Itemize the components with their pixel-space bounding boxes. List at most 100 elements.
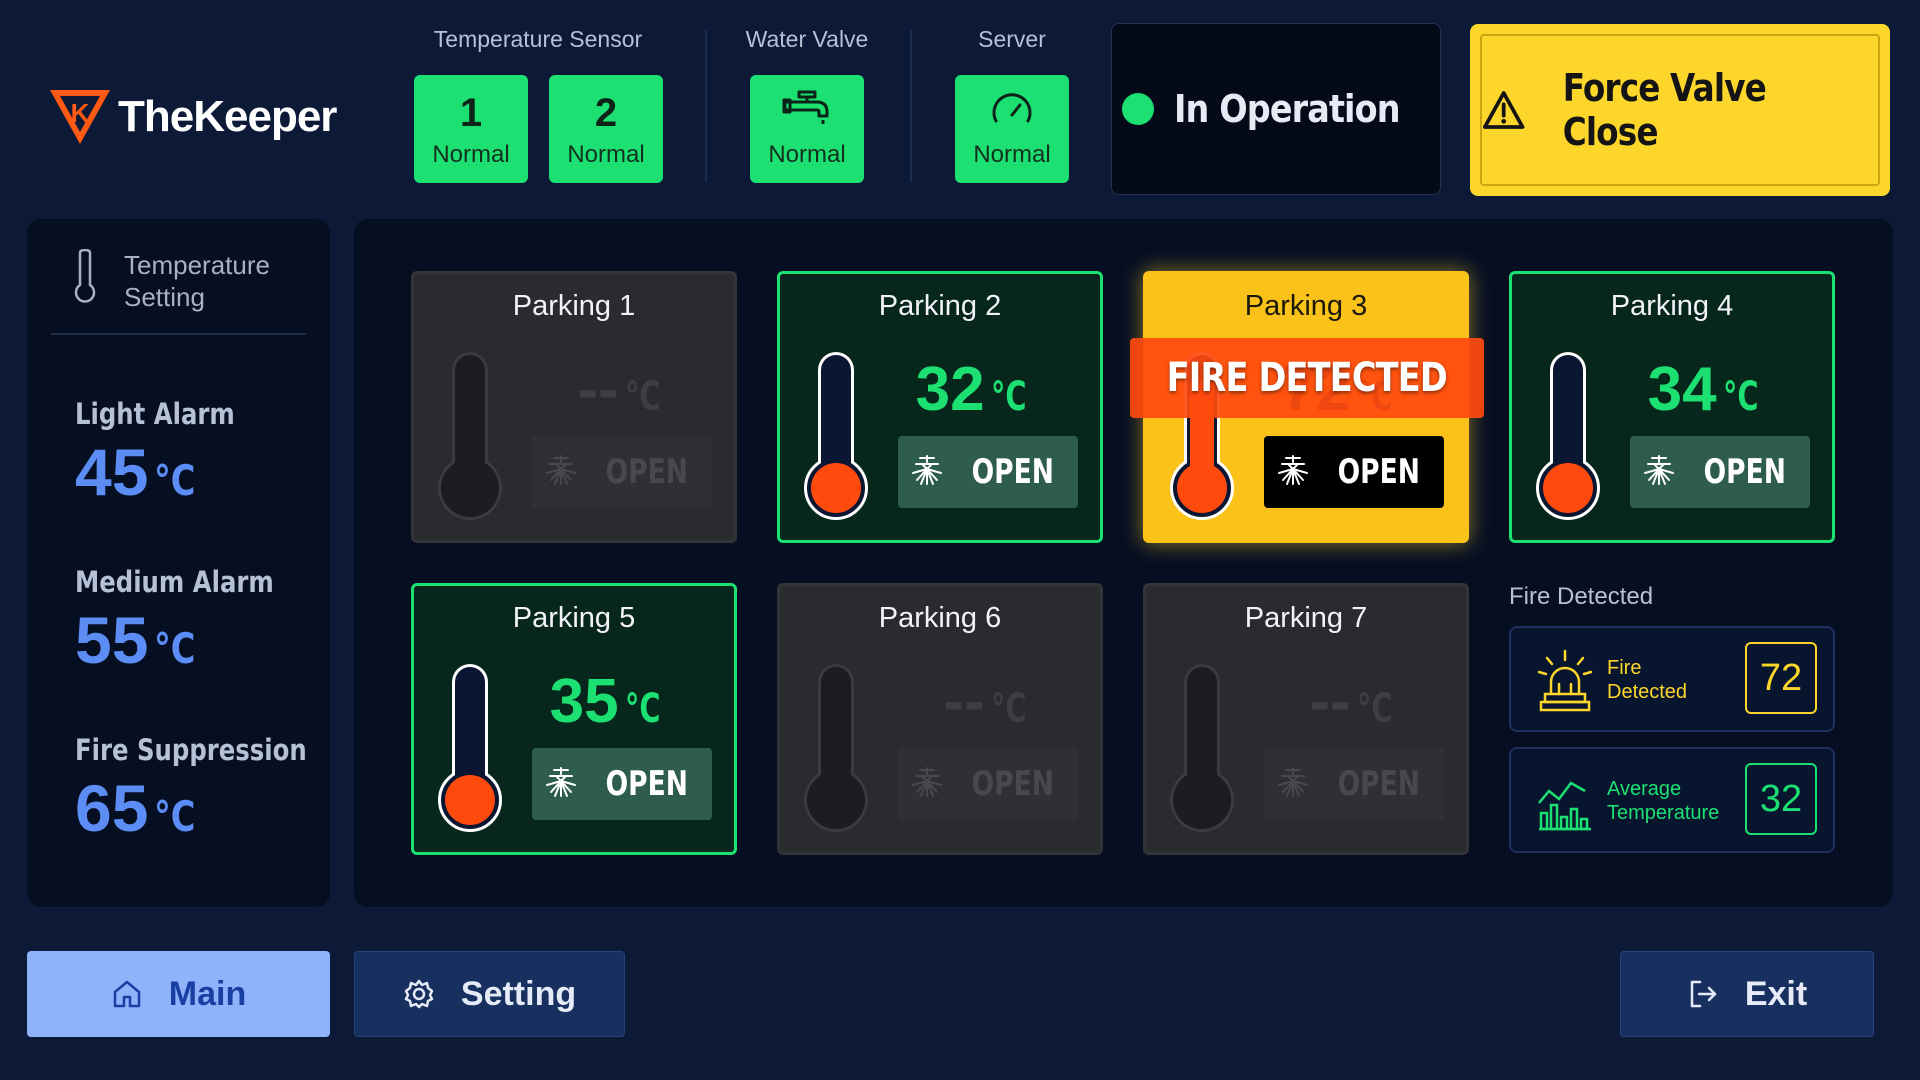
water-valve-title: Water Valve: [745, 26, 869, 52]
sprinkler-icon: [910, 766, 944, 803]
server-title: Server: [978, 26, 1046, 52]
light-alarm-setting[interactable]: Light Alarm 45 °C: [75, 397, 265, 507]
fire-detected-stat: Fire Detected 72: [1509, 626, 1835, 732]
temperature-unit: °C: [624, 374, 661, 420]
header-divider: [910, 30, 912, 182]
sprinkler-icon: [1276, 454, 1310, 491]
header-divider: [705, 30, 707, 182]
valve-status: Normal: [768, 141, 846, 168]
temperature-unit: °C: [990, 686, 1027, 732]
logo-mark-letter: K: [71, 98, 90, 128]
valve-label: OPEN: [1337, 452, 1421, 492]
main-nav-button[interactable]: Main: [27, 951, 330, 1037]
alarm-value: 65: [75, 771, 149, 845]
alarm-unit: °C: [154, 456, 196, 505]
sensor-status: Normal: [432, 141, 510, 168]
server-tile[interactable]: Normal: [955, 75, 1069, 183]
exit-button[interactable]: Exit: [1620, 951, 1874, 1037]
temperature-value: 35: [549, 667, 619, 736]
temperature-setting-header[interactable]: Temperature Setting: [72, 249, 294, 313]
valve-label: OPEN: [971, 764, 1055, 804]
valve-open-button[interactable]: OPEN: [532, 748, 712, 820]
sprinkler-icon: [1276, 766, 1310, 803]
alarm-name: Fire Suppression: [75, 733, 307, 767]
temperature-sensor-title: Temperature Sensor: [433, 26, 643, 52]
valve-label: OPEN: [605, 764, 689, 804]
alarm-unit: °C: [154, 624, 196, 673]
fire-detected-text: FIRE DETECTED: [1166, 355, 1448, 401]
parking-name: Parking 2: [878, 290, 1002, 322]
setting-nav-button[interactable]: Setting: [354, 951, 625, 1037]
parking-card-3[interactable]: Parking 3 72 °C OPEN FIRE DETECTED: [1130, 271, 1484, 543]
parking-card-7[interactable]: Parking 7 -- °C OPEN: [1143, 583, 1469, 855]
thermometer-icon: [1170, 664, 1234, 832]
force-button-label: Force Valve Close: [1563, 66, 1767, 154]
parking-name: Parking 6: [878, 602, 1002, 634]
average-temperature-value: 32: [1745, 763, 1817, 835]
alarm-name: Light Alarm: [75, 397, 235, 431]
faucet-icon: [782, 87, 832, 131]
gear-icon: [404, 979, 434, 1009]
fire-detected-value: 72: [1745, 642, 1817, 714]
temperature-value: --: [577, 355, 619, 424]
temperature-unit: °C: [624, 686, 661, 732]
home-icon: [113, 980, 141, 1008]
parking-name: Parking 3: [1244, 290, 1368, 322]
parking-card-1[interactable]: Parking 1 -- °C OPEN: [411, 271, 737, 543]
fire-suppression-setting[interactable]: Fire Suppression 65 °C: [75, 733, 351, 843]
sprinkler-icon: [1642, 454, 1676, 491]
medium-alarm-setting[interactable]: Medium Alarm 55 °C: [75, 565, 312, 675]
valve-open-button[interactable]: OPEN: [1630, 436, 1810, 508]
valve-label: OPEN: [1337, 764, 1421, 804]
fire-detected-section-title: Fire Detected: [1509, 583, 1654, 610]
exit-label: Exit: [1744, 974, 1808, 1013]
temperature-setting-title: Temperature Setting: [124, 250, 270, 312]
valve-open-button[interactable]: OPEN: [532, 436, 712, 508]
divider: [51, 333, 306, 335]
fire-detected-banner: FIRE DETECTED: [1130, 338, 1484, 418]
gauge-icon: [990, 87, 1034, 131]
status-dot-icon: [1121, 93, 1154, 125]
sensor-number: 1: [459, 91, 483, 135]
water-valve-tile[interactable]: Normal: [750, 75, 864, 183]
logo-text: TheKeeper: [118, 92, 337, 141]
alarm-value: 55: [75, 603, 149, 677]
temperature-sensor-1-tile[interactable]: 1 Normal: [414, 75, 528, 183]
thermometer-icon: [438, 352, 502, 520]
main-nav-label: Main: [168, 974, 247, 1013]
alarm-unit: °C: [154, 792, 196, 841]
temperature-value: --: [943, 667, 985, 736]
operation-status-text: In Operation: [1173, 87, 1401, 131]
sprinkler-icon: [544, 454, 578, 491]
average-temperature-stat: Average Temperature 32: [1509, 747, 1835, 853]
valve-label: OPEN: [605, 452, 689, 492]
valve-open-button[interactable]: OPEN: [1264, 748, 1444, 820]
valve-label: OPEN: [1703, 452, 1787, 492]
force-button-inner: Force Valve Close: [1480, 34, 1880, 186]
siren-icon: [1535, 648, 1595, 714]
temperature-setting-panel: Temperature Setting Light Alarm 45 °C Me…: [27, 219, 330, 907]
temperature-unit: °C: [990, 374, 1027, 420]
thermometer-icon: [804, 352, 868, 520]
average-temperature-label: Average Temperature: [1607, 778, 1720, 824]
temperature-sensor-2-tile[interactable]: 2 Normal: [549, 75, 663, 183]
parking-card-6[interactable]: Parking 6 -- °C OPEN: [777, 583, 1103, 855]
setting-nav-label: Setting: [460, 974, 577, 1013]
sensor-status: Normal: [567, 141, 645, 168]
thermometer-icon: [1536, 352, 1600, 520]
temperature-unit: °C: [1722, 374, 1759, 420]
temperature-value: 34: [1647, 355, 1717, 424]
valve-open-button[interactable]: OPEN: [898, 436, 1078, 508]
alarm-name: Medium Alarm: [75, 565, 274, 599]
parking-card-4[interactable]: Parking 4 34 °C OPEN: [1509, 271, 1835, 543]
parking-card-5[interactable]: Parking 5 35 °C OPEN: [411, 583, 737, 855]
parking-card-2[interactable]: Parking 2 32 °C OPEN: [777, 271, 1103, 543]
app-logo: K TheKeeper: [46, 82, 337, 152]
server-status: Normal: [973, 141, 1051, 168]
sensor-number: 2: [594, 91, 618, 135]
parking-overview-panel: Parking 1 -- °C OPEN Parking 2 32 °C OPE…: [354, 219, 1893, 907]
thermometer-icon: [74, 249, 96, 303]
valve-open-button[interactable]: OPEN: [1264, 436, 1444, 508]
force-valve-close-button[interactable]: Force Valve Close: [1470, 24, 1890, 196]
valve-open-button[interactable]: OPEN: [898, 748, 1078, 820]
